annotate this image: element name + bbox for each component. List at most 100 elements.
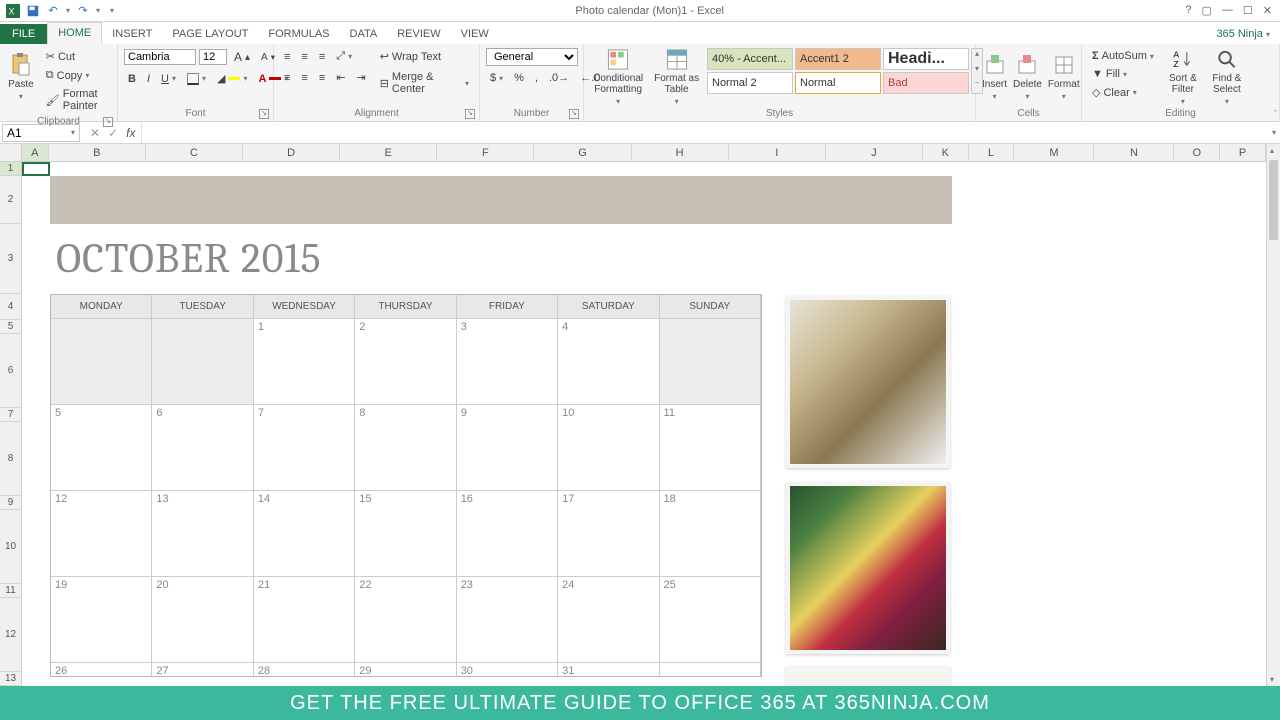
- format-painter-button[interactable]: 🖌Format Painter: [42, 86, 111, 114]
- style-cell[interactable]: Bad: [883, 72, 969, 94]
- photo-2[interactable]: [786, 482, 950, 654]
- format-as-table-button[interactable]: Format as Table▾: [652, 48, 701, 106]
- cal-cell[interactable]: 10: [558, 404, 659, 490]
- clear-button[interactable]: ◇ Clear ▾: [1088, 84, 1158, 101]
- style-cell[interactable]: Accent1 2: [795, 48, 881, 70]
- style-cell[interactable]: Normal 2: [707, 72, 793, 94]
- col-header-A[interactable]: A: [22, 144, 49, 161]
- cal-cell[interactable]: 11: [660, 404, 761, 490]
- tab-data[interactable]: DATA: [340, 24, 388, 44]
- font-size-select[interactable]: [199, 49, 227, 65]
- cal-cell[interactable]: [152, 318, 253, 404]
- minimize-icon[interactable]: —: [1222, 4, 1233, 17]
- alignment-dialog-icon[interactable]: ↘: [465, 109, 475, 119]
- sort-filter-button[interactable]: AZSort & Filter▾: [1164, 48, 1202, 106]
- tab-insert[interactable]: INSERT: [102, 24, 162, 44]
- grow-font-button[interactable]: A▴: [230, 48, 254, 66]
- col-header-F[interactable]: F: [437, 144, 534, 161]
- vertical-scrollbar[interactable]: ▴ ▾: [1266, 144, 1280, 686]
- cal-cell[interactable]: [660, 318, 761, 404]
- cells-area[interactable]: OCTOBER 2015 MONDAYTUESDAYWEDNESDAYTHURS…: [22, 162, 1266, 686]
- tab-home[interactable]: HOME: [47, 22, 102, 44]
- row-header-9[interactable]: 9: [0, 496, 21, 510]
- cal-cell[interactable]: 4: [558, 318, 659, 404]
- cal-cell[interactable]: 3: [457, 318, 558, 404]
- row-header-4[interactable]: 4: [0, 294, 21, 320]
- cal-cell[interactable]: 31: [558, 662, 659, 676]
- indent-dec-button[interactable]: ⇤: [332, 69, 349, 86]
- row-header-12[interactable]: 12: [0, 598, 21, 672]
- copy-button[interactable]: ⧉Copy ▾: [42, 67, 111, 84]
- row-header-5[interactable]: 5: [0, 320, 21, 334]
- cal-cell[interactable]: 8: [355, 404, 456, 490]
- col-header-C[interactable]: C: [146, 144, 243, 161]
- paste-button[interactable]: Paste▾: [6, 48, 36, 106]
- cal-cell[interactable]: 9: [457, 404, 558, 490]
- fill-button[interactable]: ▼ Fill ▾: [1088, 66, 1158, 82]
- align-center-button[interactable]: ≡: [297, 70, 311, 86]
- row-header-8[interactable]: 8: [0, 422, 21, 496]
- cal-cell[interactable]: 28: [254, 662, 355, 676]
- col-header-P[interactable]: P: [1220, 144, 1266, 161]
- photo-3[interactable]: [786, 666, 950, 686]
- row-header-7[interactable]: 7: [0, 408, 21, 422]
- account-name[interactable]: 365 Ninja ▾: [1206, 24, 1280, 44]
- col-header-O[interactable]: O: [1174, 144, 1220, 161]
- select-all-corner[interactable]: [0, 144, 22, 162]
- col-header-K[interactable]: K: [923, 144, 969, 161]
- align-left-button[interactable]: ≡: [280, 70, 294, 86]
- row-header-13[interactable]: 13: [0, 672, 21, 686]
- cal-cell[interactable]: 21: [254, 576, 355, 662]
- column-headers[interactable]: ABCDEFGHIJKLMNOP: [22, 144, 1266, 162]
- cal-cell[interactable]: [660, 662, 761, 676]
- close-icon[interactable]: ✕: [1263, 4, 1272, 17]
- save-icon[interactable]: [26, 4, 40, 18]
- col-header-B[interactable]: B: [49, 144, 146, 161]
- inc-decimal-button[interactable]: .0→: [545, 70, 573, 86]
- find-select-button[interactable]: Find & Select▾: [1208, 48, 1246, 106]
- col-header-J[interactable]: J: [826, 144, 923, 161]
- col-header-N[interactable]: N: [1094, 144, 1174, 161]
- gallery-more-icon[interactable]: ⎯: [972, 78, 982, 93]
- cancel-formula-icon[interactable]: ✕: [90, 126, 100, 140]
- fill-color-button[interactable]: ◢▾: [213, 70, 251, 87]
- cal-cell[interactable]: 5: [51, 404, 152, 490]
- cal-cell[interactable]: 20: [152, 576, 253, 662]
- borders-button[interactable]: ▾: [183, 71, 210, 87]
- collapse-ribbon-icon[interactable]: ˆ: [1274, 109, 1277, 119]
- row-headers[interactable]: 12345678910111213: [0, 162, 22, 686]
- cal-cell[interactable]: 12: [51, 490, 152, 576]
- col-header-L[interactable]: L: [969, 144, 1015, 161]
- cal-cell[interactable]: 17: [558, 490, 659, 576]
- cal-cell[interactable]: 6: [152, 404, 253, 490]
- row-header-11[interactable]: 11: [0, 584, 21, 598]
- help-icon[interactable]: ?: [1185, 4, 1191, 17]
- cal-cell[interactable]: [51, 318, 152, 404]
- indent-inc-button[interactable]: ⇥: [352, 69, 369, 86]
- cal-cell[interactable]: 29: [355, 662, 456, 676]
- row-header-6[interactable]: 6: [0, 334, 21, 408]
- col-header-G[interactable]: G: [534, 144, 631, 161]
- conditional-formatting-button[interactable]: Conditional Formatting▾: [590, 48, 646, 106]
- redo-chevron-icon[interactable]: ▾: [96, 6, 100, 15]
- col-header-M[interactable]: M: [1014, 144, 1094, 161]
- align-top-button[interactable]: ≡: [280, 49, 294, 65]
- italic-button[interactable]: I: [143, 71, 154, 87]
- photo-1[interactable]: [786, 296, 950, 468]
- expand-formula-icon[interactable]: ▾: [1268, 128, 1280, 137]
- cal-cell[interactable]: 30: [457, 662, 558, 676]
- comma-button[interactable]: ,: [531, 70, 542, 86]
- fx-icon[interactable]: fx: [126, 126, 141, 140]
- row-header-3[interactable]: 3: [0, 224, 21, 294]
- style-cell[interactable]: Headi...: [883, 48, 969, 70]
- tab-review[interactable]: REVIEW: [387, 24, 450, 44]
- cal-cell[interactable]: 2: [355, 318, 456, 404]
- col-header-H[interactable]: H: [632, 144, 729, 161]
- tab-view[interactable]: VIEW: [451, 24, 499, 44]
- currency-button[interactable]: $▾: [486, 70, 507, 86]
- delete-cells-button[interactable]: Delete▾: [1013, 48, 1042, 106]
- gallery-down-icon[interactable]: ▾: [972, 64, 982, 79]
- wrap-text-button[interactable]: ↩Wrap Text: [376, 48, 473, 65]
- tab-formulas[interactable]: FORMULAS: [258, 24, 339, 44]
- cal-cell[interactable]: 13: [152, 490, 253, 576]
